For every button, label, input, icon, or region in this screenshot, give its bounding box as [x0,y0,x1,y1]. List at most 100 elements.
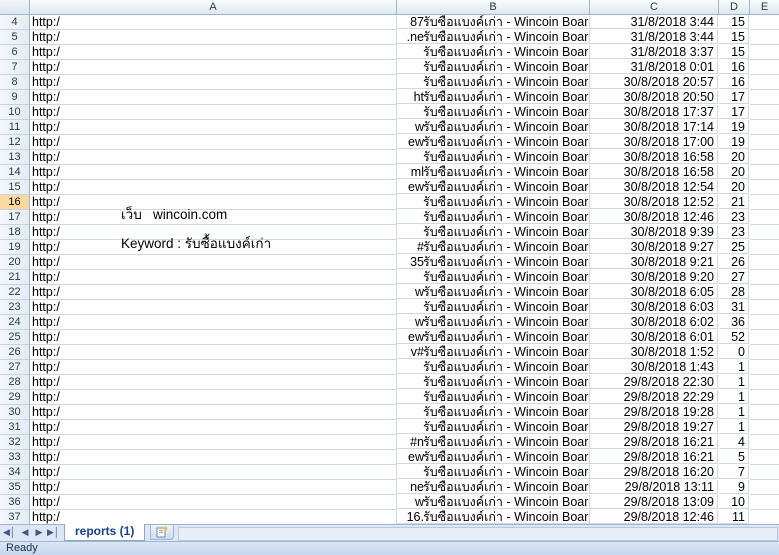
cell-a[interactable]: http:/ [30,435,397,450]
prev-sheet-icon[interactable]: ◀ [19,527,31,538]
row-header[interactable]: 11 [0,120,30,135]
horizontal-scrollbar[interactable] [178,527,778,541]
cell-c[interactable]: 30/8/2018 1:52 [590,345,718,359]
cell-e[interactable] [750,285,779,300]
cell-d[interactable]: 10 [719,495,749,509]
spreadsheet-grid[interactable]: A B C D E 4 http:/รับซื้อแบงค์เก่า - Winc… [0,0,779,524]
cell-a[interactable]: http:/ [30,495,397,510]
cell-c[interactable]: 29/8/2018 13:09 [590,495,718,509]
cell-e[interactable] [750,225,779,240]
cell-e[interactable] [750,450,779,465]
cell-d[interactable]: 1 [719,405,749,419]
last-sheet-icon[interactable]: ▶│ [47,527,60,538]
cell-b[interactable]: รับซื้อแบงค์เก่า - Wincoin Board [397,255,590,269]
cell-e[interactable] [750,345,779,360]
row-header[interactable]: 17 [0,210,30,225]
next-sheet-icon[interactable]: ▶ [33,527,45,538]
cell-e[interactable] [750,270,779,285]
cell-b[interactable]: รับซื้อแบงค์เก่า - Wincoin Board [397,330,590,344]
cell-e[interactable] [750,165,779,180]
cell-c[interactable]: 30/8/2018 1:43 [590,360,718,374]
cell-e[interactable] [750,135,779,150]
cell-c[interactable]: 29/8/2018 19:28 [590,405,718,419]
cell-a[interactable]: http:/ [30,300,397,315]
row-header[interactable]: 14 [0,165,30,180]
cell-b[interactable]: รับซื้อแบงค์เก่า - Wincoin Board [397,75,590,89]
row-header[interactable]: 5 [0,30,30,45]
cell-b[interactable]: รับซื้อแบงค์เก่า - Wincoin Board [397,225,590,239]
cell-d[interactable]: 5 [719,450,749,464]
cell-b[interactable]: รับซื้อแบงค์เก่า - Wincoin Board [397,435,590,449]
cell-e[interactable] [750,375,779,390]
cell-e[interactable] [750,330,779,345]
row-header[interactable]: 32 [0,435,30,450]
row-header[interactable]: 22 [0,285,30,300]
cell-e[interactable] [750,210,779,225]
cell-a[interactable]: http:/ [30,255,397,270]
cell-c[interactable]: 30/8/2018 20:50 [590,90,718,104]
cell-d[interactable]: 7 [719,465,749,479]
row-header[interactable]: 24 [0,315,30,330]
cell-e[interactable] [750,360,779,375]
cell-b[interactable]: รับซื้อแบงค์เก่า - Wincoin Board [397,120,590,134]
cell-d[interactable]: 20 [719,180,749,194]
cell-c[interactable]: 30/8/2018 6:03 [590,300,718,314]
cell-b[interactable]: รับซื้อแบงค์เก่า - Wincoin Board [397,480,590,494]
cell-c[interactable]: 29/8/2018 16:21 [590,450,718,464]
cell-c[interactable]: 30/8/2018 12:54 [590,180,718,194]
cell-a[interactable]: http:/ [30,330,397,345]
cell-a[interactable]: http:/ [30,15,397,30]
cell-d[interactable]: 1 [719,390,749,404]
cell-d[interactable]: 15 [719,15,749,29]
cell-b[interactable]: รับซื้อแบงค์เก่า - Wincoin Board [397,270,590,284]
cell-b[interactable]: รับซื้อแบงค์เก่า - Wincoin Board [397,15,590,29]
cell-a[interactable]: http:/ [30,405,397,420]
cell-e[interactable] [750,240,779,255]
cell-a[interactable]: http:/ [30,465,397,480]
cell-b[interactable]: รับซื้อแบงค์เก่า - Wincoin Board [397,465,590,479]
cell-b[interactable]: รับซื้อแบงค์เก่า - Wincoin Board [397,315,590,329]
row-header[interactable]: 10 [0,105,30,120]
cell-e[interactable] [750,45,779,60]
cell-d[interactable]: 9 [719,480,749,494]
cell-b[interactable]: รับซื้อแบงค์เก่า - Wincoin Board [397,375,590,389]
cell-d[interactable]: 23 [719,225,749,239]
row-header[interactable]: 35 [0,480,30,495]
sheet-tab-reports[interactable]: reports (1) [64,524,146,541]
row-header[interactable]: 7 [0,60,30,75]
cell-c[interactable]: 29/8/2018 16:21 [590,435,718,449]
cell-b[interactable]: รับซื้อแบงค์เก่า - Wincoin Board [397,450,590,464]
row-header[interactable]: 4 [0,15,30,30]
row-header[interactable]: 30 [0,405,30,420]
cell-e[interactable] [750,180,779,195]
cell-d[interactable]: 36 [719,315,749,329]
cell-a[interactable]: http:/ [30,345,397,360]
cell-b[interactable]: รับซื้อแบงค์เก่า - Wincoin Board [397,420,590,434]
cell-e[interactable] [750,510,779,524]
cell-c[interactable]: 30/8/2018 6:02 [590,315,718,329]
cell-d[interactable]: 17 [719,90,749,104]
row-header[interactable]: 36 [0,495,30,510]
cell-b[interactable]: รับซื้อแบงค์เก่า - Wincoin Board [397,30,590,44]
cell-e[interactable] [750,405,779,420]
column-header-a[interactable]: A [30,0,397,15]
cell-b[interactable]: รับซื้อแบงค์เก่า - Wincoin Board [397,405,590,419]
cell-e[interactable] [750,120,779,135]
cell-e[interactable] [750,90,779,105]
cell-d[interactable]: 15 [719,30,749,44]
cell-c[interactable]: 30/8/2018 16:58 [590,150,718,164]
cell-c[interactable]: 30/8/2018 6:05 [590,285,718,299]
cell-c[interactable]: 30/8/2018 16:58 [590,165,718,179]
cell-d[interactable]: 21 [719,195,749,209]
cell-c[interactable]: 30/8/2018 6:01 [590,330,718,344]
cell-a[interactable]: http:/ [30,30,397,45]
column-header-c[interactable]: C [590,0,719,15]
row-header[interactable]: 12 [0,135,30,150]
cell-c[interactable]: 31/8/2018 0:01 [590,60,718,74]
cell-e[interactable] [750,420,779,435]
cell-a[interactable]: http:/ [30,75,397,90]
cell-a[interactable]: http:/ [30,90,397,105]
row-header[interactable]: 29 [0,390,30,405]
first-sheet-icon[interactable]: ◀│ [3,527,16,538]
cell-e[interactable] [750,300,779,315]
